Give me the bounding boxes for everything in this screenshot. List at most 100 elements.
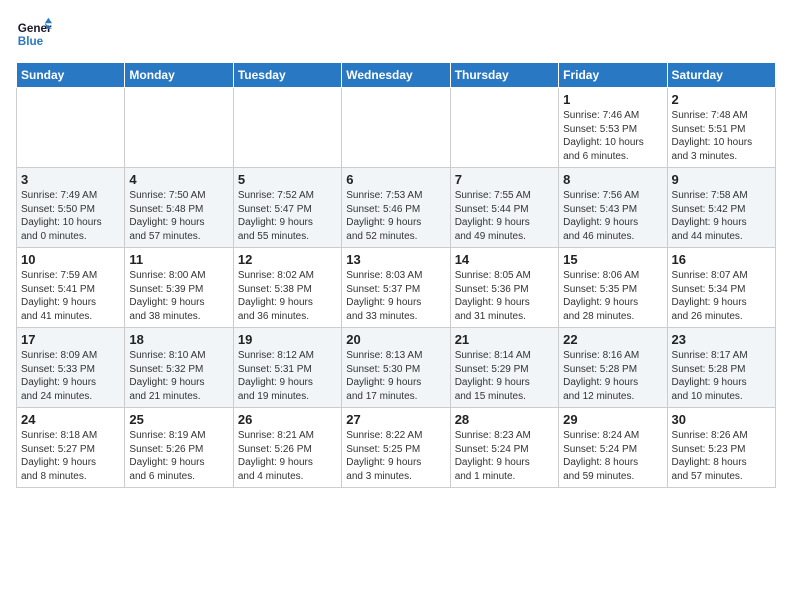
day-cell: 8 Sunrise: 7:56 AM Sunset: 5:43 PM Daylig…	[559, 168, 667, 248]
svg-text:Blue: Blue	[18, 35, 44, 48]
day-info: Sunrise: 8:21 AM Sunset: 5:26 PM Dayligh…	[238, 429, 337, 483]
day-info: Sunrise: 8:18 AM Sunset: 5:27 PM Dayligh…	[21, 429, 120, 483]
day-cell	[450, 88, 558, 168]
day-cell: 13 Sunrise: 8:03 AM Sunset: 5:37 PM Dayli…	[342, 248, 450, 328]
day-number: 16	[672, 252, 771, 267]
day-number: 3	[21, 172, 120, 187]
day-cell: 5 Sunrise: 7:52 AM Sunset: 5:47 PM Daylig…	[233, 168, 341, 248]
day-info: Sunrise: 7:53 AM Sunset: 5:46 PM Dayligh…	[346, 189, 445, 243]
day-cell: 28Sunrise: 8:23 AM Sunset: 5:24 PM Dayli…	[450, 408, 558, 488]
day-number: 14	[455, 252, 554, 267]
logo-icon: General Blue	[16, 16, 52, 52]
day-number: 7	[455, 172, 554, 187]
day-number: 9	[672, 172, 771, 187]
day-info: Sunrise: 8:14 AM Sunset: 5:29 PM Dayligh…	[455, 349, 554, 403]
day-cell: 12Sunrise: 8:02 AM Sunset: 5:38 PM Dayli…	[233, 248, 341, 328]
header-cell-friday: Friday	[559, 63, 667, 88]
day-cell: 4Sunrise: 7:50 AM Sunset: 5:48 PM Daylig…	[125, 168, 233, 248]
day-cell: 16 Sunrise: 8:07 AM Sunset: 5:34 PM Dayli…	[667, 248, 775, 328]
day-cell: 22 Sunrise: 8:16 AM Sunset: 5:28 PM Dayli…	[559, 328, 667, 408]
day-cell: 23 Sunrise: 8:17 AM Sunset: 5:28 PM Dayli…	[667, 328, 775, 408]
day-number: 5	[238, 172, 337, 187]
day-number: 21	[455, 332, 554, 347]
day-number: 23	[672, 332, 771, 347]
calendar-table: SundayMondayTuesdayWednesdayThursdayFrid…	[16, 62, 776, 488]
day-cell	[125, 88, 233, 168]
day-info: Sunrise: 8:06 AM Sunset: 5:35 PM Dayligh…	[563, 269, 662, 323]
day-info: Sunrise: 8:13 AM Sunset: 5:30 PM Dayligh…	[346, 349, 445, 403]
day-number: 20	[346, 332, 445, 347]
day-number: 13	[346, 252, 445, 267]
day-info: Sunrise: 8:07 AM Sunset: 5:34 PM Dayligh…	[672, 269, 771, 323]
day-info: Sunrise: 7:49 AM Sunset: 5:50 PM Dayligh…	[21, 189, 120, 243]
page: General Blue SundayMondayTuesdayWednesda…	[0, 0, 792, 498]
day-number: 8	[563, 172, 662, 187]
logo: General Blue	[16, 16, 56, 52]
calendar-body: 1Sunrise: 7:46 AM Sunset: 5:53 PM Daylig…	[17, 88, 776, 488]
day-cell	[233, 88, 341, 168]
day-cell: 14 Sunrise: 8:05 AM Sunset: 5:36 PM Dayli…	[450, 248, 558, 328]
header-cell-saturday: Saturday	[667, 63, 775, 88]
calendar-header: SundayMondayTuesdayWednesdayThursdayFrid…	[17, 63, 776, 88]
day-info: Sunrise: 7:58 AM Sunset: 5:42 PM Dayligh…	[672, 189, 771, 243]
day-number: 24	[21, 412, 120, 427]
day-number: 17	[21, 332, 120, 347]
header-cell-tuesday: Tuesday	[233, 63, 341, 88]
day-number: 28	[455, 412, 554, 427]
day-info: Sunrise: 8:05 AM Sunset: 5:36 PM Dayligh…	[455, 269, 554, 323]
day-number: 11	[129, 252, 228, 267]
day-info: Sunrise: 8:09 AM Sunset: 5:33 PM Dayligh…	[21, 349, 120, 403]
header-cell-thursday: Thursday	[450, 63, 558, 88]
day-info: Sunrise: 8:10 AM Sunset: 5:32 PM Dayligh…	[129, 349, 228, 403]
day-number: 15	[563, 252, 662, 267]
day-number: 30	[672, 412, 771, 427]
day-cell	[17, 88, 125, 168]
day-cell: 19Sunrise: 8:12 AM Sunset: 5:31 PM Dayli…	[233, 328, 341, 408]
day-info: Sunrise: 7:59 AM Sunset: 5:41 PM Dayligh…	[21, 269, 120, 323]
day-cell: 26 Sunrise: 8:21 AM Sunset: 5:26 PM Dayli…	[233, 408, 341, 488]
day-info: Sunrise: 7:52 AM Sunset: 5:47 PM Dayligh…	[238, 189, 337, 243]
day-info: Sunrise: 8:19 AM Sunset: 5:26 PM Dayligh…	[129, 429, 228, 483]
day-cell: 30 Sunrise: 8:26 AM Sunset: 5:23 PM Dayli…	[667, 408, 775, 488]
header-cell-monday: Monday	[125, 63, 233, 88]
week-row-1: 3 Sunrise: 7:49 AM Sunset: 5:50 PM Daylig…	[17, 168, 776, 248]
day-number: 12	[238, 252, 337, 267]
day-cell: 21 Sunrise: 8:14 AM Sunset: 5:29 PM Dayli…	[450, 328, 558, 408]
week-row-4: 24 Sunrise: 8:18 AM Sunset: 5:27 PM Dayli…	[17, 408, 776, 488]
day-cell: 27 Sunrise: 8:22 AM Sunset: 5:25 PM Dayli…	[342, 408, 450, 488]
day-cell: 7Sunrise: 7:55 AM Sunset: 5:44 PM Daylig…	[450, 168, 558, 248]
day-info: Sunrise: 8:17 AM Sunset: 5:28 PM Dayligh…	[672, 349, 771, 403]
svg-text:General: General	[18, 22, 52, 35]
day-cell: 20 Sunrise: 8:13 AM Sunset: 5:30 PM Dayli…	[342, 328, 450, 408]
day-number: 25	[129, 412, 228, 427]
day-number: 26	[238, 412, 337, 427]
day-cell: 17 Sunrise: 8:09 AM Sunset: 5:33 PM Dayli…	[17, 328, 125, 408]
header-row: SundayMondayTuesdayWednesdayThursdayFrid…	[17, 63, 776, 88]
day-info: Sunrise: 8:03 AM Sunset: 5:37 PM Dayligh…	[346, 269, 445, 323]
day-cell: 24 Sunrise: 8:18 AM Sunset: 5:27 PM Dayli…	[17, 408, 125, 488]
day-cell: 15 Sunrise: 8:06 AM Sunset: 5:35 PM Dayli…	[559, 248, 667, 328]
day-info: Sunrise: 7:46 AM Sunset: 5:53 PM Dayligh…	[563, 109, 662, 163]
week-row-3: 17 Sunrise: 8:09 AM Sunset: 5:33 PM Dayli…	[17, 328, 776, 408]
day-info: Sunrise: 7:48 AM Sunset: 5:51 PM Dayligh…	[672, 109, 771, 163]
day-cell: 29Sunrise: 8:24 AM Sunset: 5:24 PM Dayli…	[559, 408, 667, 488]
day-cell: 1Sunrise: 7:46 AM Sunset: 5:53 PM Daylig…	[559, 88, 667, 168]
header: General Blue	[16, 16, 776, 52]
day-info: Sunrise: 8:12 AM Sunset: 5:31 PM Dayligh…	[238, 349, 337, 403]
header-cell-sunday: Sunday	[17, 63, 125, 88]
day-info: Sunrise: 8:16 AM Sunset: 5:28 PM Dayligh…	[563, 349, 662, 403]
day-info: Sunrise: 8:22 AM Sunset: 5:25 PM Dayligh…	[346, 429, 445, 483]
week-row-2: 10 Sunrise: 7:59 AM Sunset: 5:41 PM Dayli…	[17, 248, 776, 328]
week-row-0: 1Sunrise: 7:46 AM Sunset: 5:53 PM Daylig…	[17, 88, 776, 168]
day-number: 22	[563, 332, 662, 347]
day-number: 18	[129, 332, 228, 347]
day-info: Sunrise: 8:26 AM Sunset: 5:23 PM Dayligh…	[672, 429, 771, 483]
day-info: Sunrise: 8:24 AM Sunset: 5:24 PM Dayligh…	[563, 429, 662, 483]
day-cell: 6Sunrise: 7:53 AM Sunset: 5:46 PM Daylig…	[342, 168, 450, 248]
day-cell: 25 Sunrise: 8:19 AM Sunset: 5:26 PM Dayli…	[125, 408, 233, 488]
day-cell: 3 Sunrise: 7:49 AM Sunset: 5:50 PM Daylig…	[17, 168, 125, 248]
day-number: 27	[346, 412, 445, 427]
day-cell: 9 Sunrise: 7:58 AM Sunset: 5:42 PM Daylig…	[667, 168, 775, 248]
day-number: 10	[21, 252, 120, 267]
day-info: Sunrise: 7:56 AM Sunset: 5:43 PM Dayligh…	[563, 189, 662, 243]
